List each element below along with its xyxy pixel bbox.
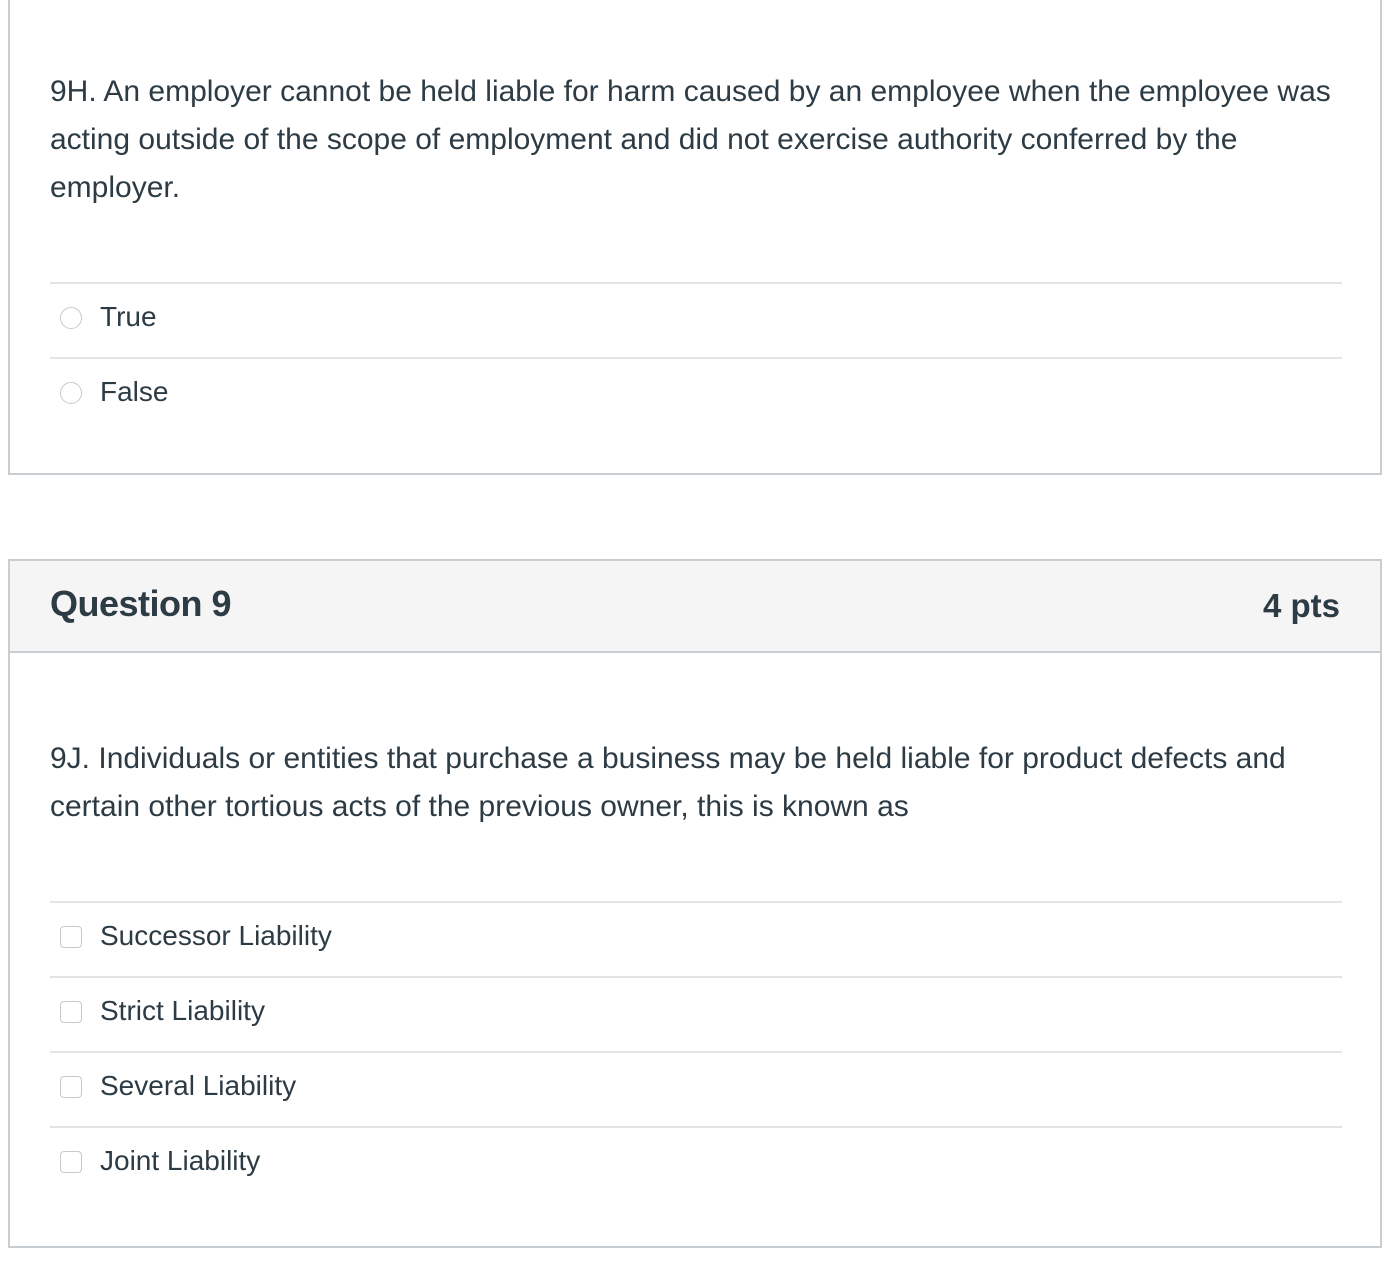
question-header: Question 9 4 pts	[10, 561, 1380, 653]
answer-option-true[interactable]: True	[50, 282, 1342, 357]
answer-label[interactable]: True	[100, 301, 157, 333]
answer-list: True False	[50, 282, 1342, 432]
answer-label[interactable]: Successor Liability	[100, 920, 332, 952]
question-card-previous: 9H. An employer cannot be held liable fo…	[8, 0, 1382, 475]
answer-label[interactable]: Strict Liability	[100, 995, 265, 1027]
question-title: Question 9	[50, 583, 232, 624]
question-points: 4 pts	[1262, 587, 1340, 624]
answer-option-joint-liability[interactable]: Joint Liability	[50, 1126, 1342, 1201]
answer-label[interactable]: Joint Liability	[100, 1145, 260, 1177]
checkbox[interactable]	[60, 926, 82, 948]
answer-option-several-liability[interactable]: Several Liability	[50, 1051, 1342, 1126]
answer-label[interactable]: False	[100, 376, 168, 408]
answer-option-strict-liability[interactable]: Strict Liability	[50, 976, 1342, 1051]
answer-option-successor-liability[interactable]: Successor Liability	[50, 901, 1342, 976]
answer-label[interactable]: Several Liability	[100, 1070, 296, 1102]
question-card-9: Question 9 4 pts 9J. Individuals or enti…	[8, 559, 1382, 1248]
checkbox[interactable]	[60, 1001, 82, 1023]
radio-button[interactable]	[60, 382, 82, 404]
checkbox[interactable]	[60, 1076, 82, 1098]
answer-option-false[interactable]: False	[50, 357, 1342, 432]
question-text: 9H. An employer cannot be held liable fo…	[50, 75, 1331, 204]
answer-list: Successor Liability Strict Liability Sev…	[50, 901, 1342, 1201]
question-text: 9J. Individuals or entities that purchas…	[50, 742, 1286, 823]
checkbox[interactable]	[60, 1151, 82, 1173]
radio-button[interactable]	[60, 307, 82, 329]
